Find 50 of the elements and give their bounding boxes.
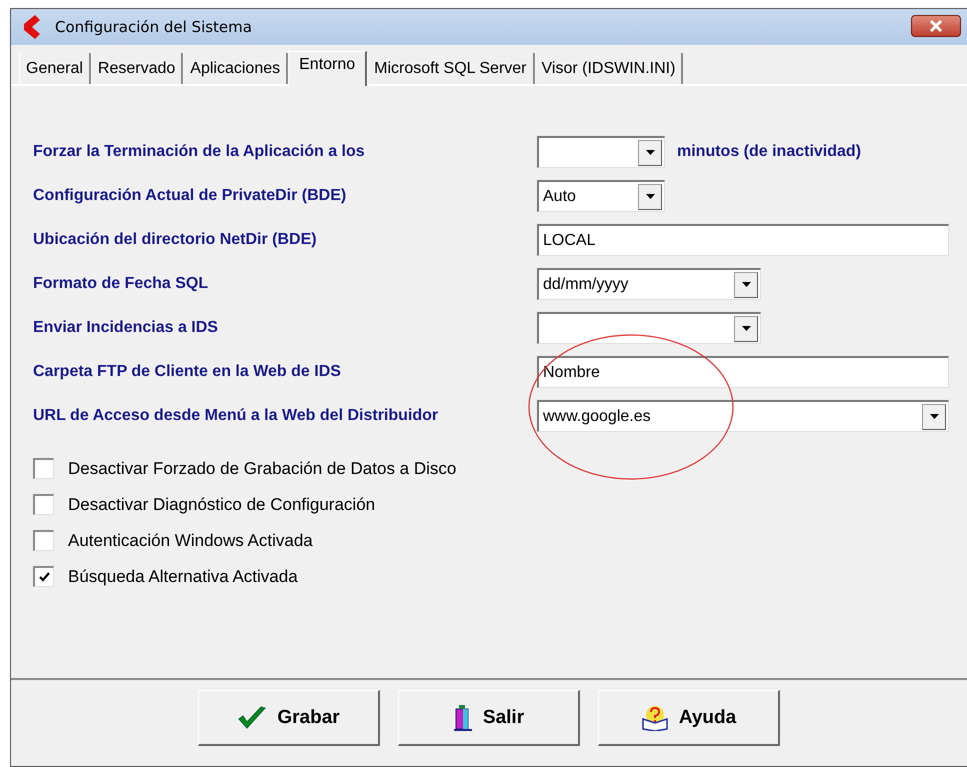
help-button[interactable]: Ayuda (598, 690, 780, 746)
field-label: Carpeta FTP de Cliente en la Web de IDS (33, 362, 342, 381)
checkbox-label: Desactivar Diagnóstico de Configuración (68, 494, 376, 514)
dropdown-button[interactable] (638, 184, 662, 210)
window-title: Configuración del Sistema (55, 18, 252, 36)
checkbox[interactable] (33, 458, 54, 479)
tab[interactable]: Visor (IDSWIN.INI) (534, 53, 684, 84)
tab[interactable]: Entorno (288, 51, 368, 86)
tab[interactable]: Microsoft SQL Server (367, 53, 535, 84)
exit-button[interactable]: Salir (398, 690, 580, 746)
caret-icon (930, 414, 938, 419)
checkbox[interactable] (33, 494, 54, 515)
dropdown-button[interactable] (734, 316, 758, 342)
field-label: Formato de Fecha SQL (33, 274, 210, 293)
checkmark-icon (38, 572, 50, 582)
dropdown-button[interactable] (638, 140, 662, 166)
caret-icon (742, 282, 750, 287)
dropdown-field[interactable] (537, 312, 761, 344)
help-book-icon (640, 704, 669, 730)
dropdown-button[interactable] (734, 272, 758, 298)
checkmark-icon (237, 704, 268, 730)
field-label: Forzar la Terminación de la Aplicación a los (33, 142, 366, 161)
app-logo-icon (21, 14, 43, 40)
input-field[interactable]: Nombre (537, 356, 949, 388)
tab[interactable]: Aplicaciones (183, 53, 288, 84)
checkbox-label: Desactivar Forzado de Grabación de Datos a Disco (68, 458, 456, 478)
field-label: Configuración Actual de PrivateDir (BDE) (33, 186, 348, 205)
tab[interactable]: Reservado (90, 53, 184, 84)
dropdown-field[interactable]: dd/mm/yyyy (537, 268, 761, 300)
tab[interactable]: General (19, 53, 91, 84)
checkbox[interactable] (33, 530, 54, 551)
checkbox-label: Búsqueda Alternativa Activada (68, 566, 298, 586)
field-suffix: minutos (de inactividad) (677, 142, 862, 161)
dropdown-field[interactable]: www.google.es (537, 400, 949, 432)
field-label: Ubicación del directorio NetDir (BDE) (33, 230, 318, 249)
checkbox[interactable] (33, 566, 54, 587)
checkbox-label: Autenticación Windows Activada (68, 530, 313, 550)
door-icon (452, 704, 473, 732)
field-label: Enviar Incidencias a IDS (33, 318, 219, 337)
caret-icon (646, 194, 654, 199)
dropdown-field[interactable]: Auto (537, 180, 665, 212)
caret-icon (646, 150, 654, 155)
field-label: URL de Acceso desde Menú a la Web del Distribuidor (33, 406, 440, 425)
dropdown-button[interactable] (922, 404, 946, 430)
input-field[interactable]: LOCAL (537, 224, 949, 256)
dropdown-field[interactable] (537, 136, 665, 168)
close-button[interactable] (911, 15, 961, 37)
caret-icon (742, 326, 750, 331)
close-icon (929, 20, 943, 32)
save-button[interactable]: Grabar (198, 690, 380, 746)
